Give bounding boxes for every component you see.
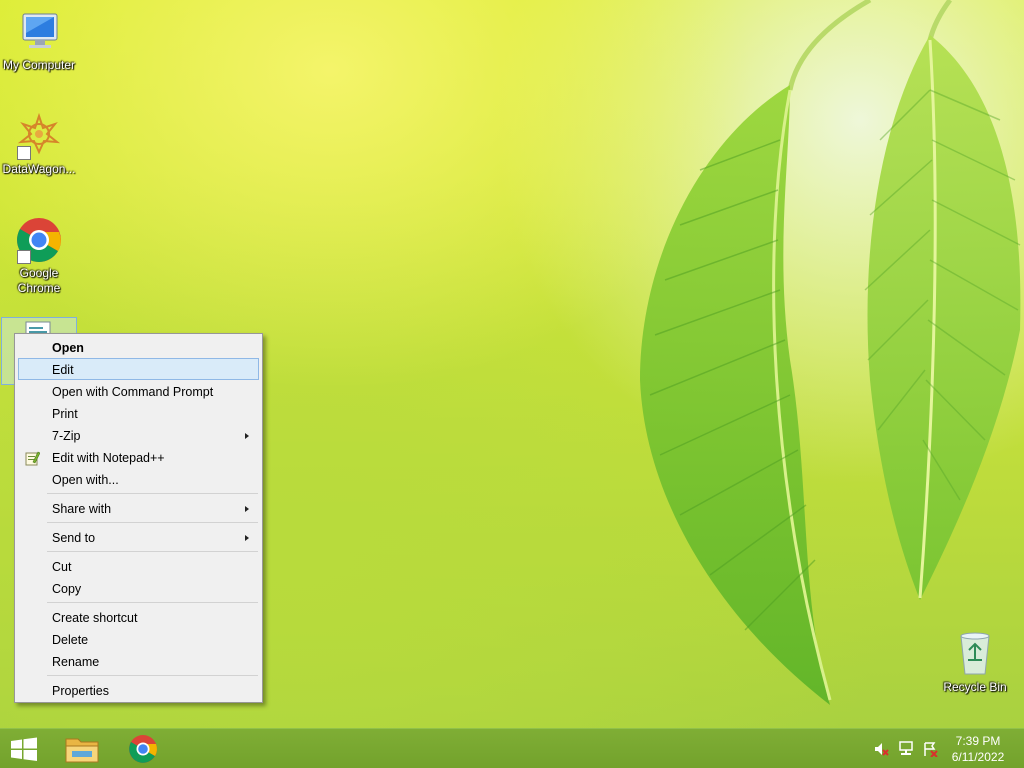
windows-logo-icon	[11, 737, 37, 761]
menu-item-edit[interactable]: Edit	[18, 358, 259, 380]
menu-item-label: Open with Command Prompt	[52, 385, 214, 399]
menu-item-open-with-command-prompt[interactable]: Open with Command Prompt	[18, 380, 259, 402]
menu-separator	[47, 522, 258, 523]
menu-item-label: Edit	[52, 363, 74, 377]
volume-muted-icon[interactable]	[873, 741, 889, 757]
menu-item-label: Cut	[52, 560, 72, 574]
menu-item-label: Edit with Notepad++	[52, 451, 165, 465]
clock-date: 6/11/2022	[951, 750, 1005, 764]
chrome-icon	[15, 216, 63, 264]
menu-item-label: Print	[52, 407, 78, 421]
desktop-icon-my-computer[interactable]: My Computer	[0, 8, 78, 73]
shortcut-arrow-icon	[17, 250, 31, 264]
desktop-icon-recycle-bin[interactable]: Recycle Bin	[936, 630, 1014, 695]
submenu-arrow-icon	[245, 535, 249, 541]
shortcut-arrow-icon	[17, 146, 31, 160]
desktop-icon-label: Recycle Bin	[943, 680, 1007, 694]
desktop-icon-datawagon[interactable]: DataWagon...	[0, 112, 78, 177]
menu-item-rename[interactable]: Rename	[18, 650, 259, 672]
menu-item-label: Create shortcut	[52, 611, 138, 625]
computer-icon	[15, 8, 63, 56]
folder-icon	[65, 738, 99, 763]
menu-item-label: Rename	[52, 655, 100, 669]
menu-item-open[interactable]: Open	[18, 336, 259, 358]
desktop-icon-label: Google Chrome	[17, 266, 61, 295]
submenu-arrow-icon	[245, 506, 249, 512]
menu-item-cut[interactable]: Cut	[18, 555, 259, 577]
menu-item-label: Delete	[52, 633, 89, 647]
desktop-icon-label: My Computer	[2, 58, 76, 72]
menu-item-open-with[interactable]: Open with...	[18, 468, 259, 490]
menu-item-7-zip[interactable]: 7-Zip	[18, 424, 259, 446]
submenu-arrow-icon	[245, 433, 249, 439]
taskbar: 7:39 PM 6/11/2022	[0, 728, 1024, 768]
taskbar-clock[interactable]: 7:39 PM 6/11/2022	[946, 733, 1010, 765]
action-center-icon[interactable]	[922, 741, 938, 758]
notepad-plus-plus-icon	[25, 451, 40, 466]
menu-separator	[47, 551, 258, 552]
taskbar-chrome-button[interactable]	[115, 731, 171, 767]
menu-item-label: Open with...	[52, 473, 119, 487]
chrome-icon	[129, 735, 157, 763]
menu-item-copy[interactable]: Copy	[18, 577, 259, 599]
menu-item-label: Send to	[52, 531, 96, 545]
menu-item-label: Open	[52, 341, 84, 355]
network-icon[interactable]	[898, 741, 914, 757]
menu-item-label: Share with	[52, 502, 112, 516]
menu-item-delete[interactable]: Delete	[18, 628, 259, 650]
taskbar-file-explorer-button[interactable]	[54, 731, 110, 767]
menu-item-share-with[interactable]: Share with	[18, 497, 259, 519]
menu-separator	[47, 675, 258, 676]
start-button[interactable]	[0, 729, 48, 768]
desktop-icon-label: DataWagon...	[2, 162, 76, 176]
menu-item-properties[interactable]: Properties	[18, 679, 259, 701]
menu-separator	[47, 602, 258, 603]
datawagon-icon	[15, 112, 63, 160]
menu-item-print[interactable]: Print	[18, 402, 259, 424]
desktop-icon-google-chrome[interactable]: Google Chrome	[0, 216, 78, 296]
menu-item-create-shortcut[interactable]: Create shortcut	[18, 606, 259, 628]
menu-item-send-to[interactable]: Send to	[18, 526, 259, 548]
context-menu: Open Edit Open with Command Prompt Print…	[14, 333, 263, 703]
menu-item-label: Properties	[52, 684, 109, 698]
recycle-bin-icon	[951, 630, 999, 678]
menu-item-edit-with-notepad-plus-plus[interactable]: Edit with Notepad++	[18, 446, 259, 468]
menu-separator	[47, 493, 258, 494]
clock-time: 7:39 PM	[955, 734, 1001, 748]
menu-item-label: Copy	[52, 582, 82, 596]
menu-item-label: 7-Zip	[52, 429, 81, 443]
